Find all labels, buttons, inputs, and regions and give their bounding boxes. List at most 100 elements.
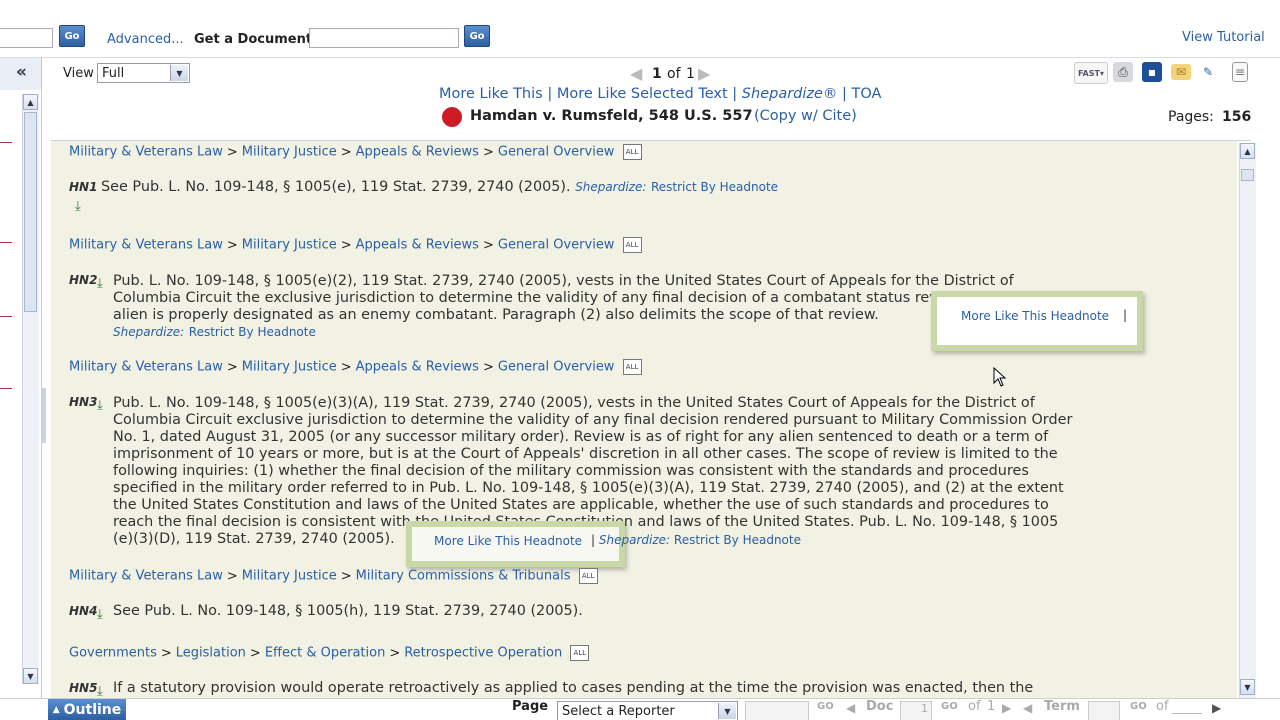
topic-breadcrumb: Military & Veterans Law > Military Justice… — [69, 144, 642, 160]
shepardize-label[interactable]: Shepardize: — [113, 325, 184, 339]
download-arrow-icon[interactable]: ⤓ — [97, 398, 103, 413]
annotate-icon[interactable]: ✎ — [1198, 62, 1218, 82]
page-input[interactable] — [745, 701, 809, 720]
get-document-input[interactable] — [309, 28, 459, 48]
collapse-pane-button[interactable]: « — [16, 62, 27, 82]
left-pane: « ▲ ▼ — [0, 58, 46, 698]
all-topics-icon[interactable]: ALL — [570, 645, 590, 661]
view-select[interactable]: Full ▼ — [97, 63, 190, 83]
term-input[interactable] — [1088, 701, 1120, 720]
crumb-link[interactable]: General Overview — [498, 238, 615, 253]
doc-input[interactable]: 1 — [900, 701, 932, 720]
get-document-go-button[interactable]: Go — [464, 25, 490, 47]
crumb-link[interactable]: Military & Veterans Law — [69, 360, 223, 375]
download-arrow-icon[interactable]: ⤓ — [97, 684, 103, 698]
crumb-link[interactable]: Appeals & Reviews — [356, 360, 479, 375]
view-tutorial-link[interactable]: View Tutorial — [1182, 30, 1265, 45]
more-like-this-headnote-link[interactable]: More Like This Headnote — [434, 534, 582, 548]
case-title: Hamdan v. Rumsfeld, 548 U.S. 557 — [470, 108, 753, 124]
all-topics-icon[interactable]: ALL — [622, 359, 642, 375]
crumb-link[interactable]: Military Justice — [242, 145, 337, 160]
all-topics-icon[interactable]: ALL — [578, 568, 598, 584]
scroll-down-icon[interactable]: ▼ — [23, 668, 38, 684]
outline-tab[interactable]: ▲ Outline — [48, 699, 126, 720]
crumb-link[interactable]: Military Justice — [242, 360, 337, 375]
crumb-link[interactable]: Military & Veterans Law — [69, 569, 223, 584]
prev-term-icon[interactable]: ◀ — [1023, 701, 1032, 715]
reporter-select[interactable]: Select a Reporter ▼ — [557, 701, 738, 720]
scroll-up-icon[interactable]: ▲ — [1240, 143, 1255, 159]
triangle-up-icon: ▲ — [52, 704, 60, 715]
headnote-label[interactable]: HN2 — [69, 273, 97, 287]
crumb-link[interactable]: Legislation — [176, 646, 246, 661]
toa-link[interactable]: TOA — [852, 86, 882, 102]
next-term-icon[interactable]: ▶ — [1212, 701, 1221, 715]
more-like-selected-link[interactable]: More Like Selected Text — [557, 86, 728, 102]
next-page-icon[interactable]: ▶ — [698, 64, 710, 83]
prev-doc-icon[interactable]: ◀ — [846, 701, 855, 715]
crumb-link[interactable]: Military & Veterans Law — [69, 238, 223, 253]
mouse-cursor-icon — [993, 367, 1007, 387]
restrict-by-headnote-link[interactable]: Restrict By Headnote — [189, 325, 316, 339]
crumb-link[interactable]: Governments — [69, 646, 157, 661]
link-separator: | — [732, 86, 738, 102]
prev-page-icon[interactable]: ◀ — [630, 64, 642, 83]
headnote-label[interactable]: HN3 — [69, 395, 97, 409]
restrict-by-headnote-link[interactable]: Restrict By Headnote — [674, 533, 801, 547]
left-pane-row-mark — [0, 142, 12, 143]
crumb-link[interactable]: Military Justice — [242, 569, 337, 584]
crumb-link[interactable]: Retrospective Operation — [404, 646, 562, 661]
save-icon[interactable]: ▪ — [1142, 62, 1162, 82]
fast-print-icon[interactable]: FAST▾ — [1074, 62, 1108, 84]
term-go-button[interactable]: GO — [1130, 701, 1147, 712]
crumb-link[interactable]: Appeals & Reviews — [356, 238, 479, 253]
shepardize-label[interactable]: Shepardize: — [599, 533, 670, 547]
crumb-link[interactable]: Military Justice — [242, 238, 337, 253]
search-input[interactable] — [0, 28, 53, 48]
headnote-label[interactable]: HN5 — [69, 681, 97, 695]
scroll-thumb[interactable] — [1241, 169, 1254, 181]
page-go-button[interactable]: GO — [817, 701, 834, 712]
print-icon[interactable]: ⎙ — [1113, 62, 1133, 82]
scroll-down-icon[interactable]: ▼ — [1240, 679, 1255, 695]
crumb-sep: > — [482, 359, 494, 375]
pages-label: Pages: — [1168, 109, 1214, 125]
download-arrow-icon[interactable]: ⤓ — [97, 607, 103, 622]
shepardize-link[interactable]: Shepardize® — [742, 86, 838, 102]
download-arrow-icon[interactable]: ⤓ — [97, 276, 103, 291]
crumb-link[interactable]: Appeals & Reviews — [356, 145, 479, 160]
scroll-up-icon[interactable]: ▲ — [23, 94, 38, 110]
left-pane-scrollbar[interactable]: ▲ ▼ — [22, 94, 39, 684]
page-of: of — [667, 66, 681, 82]
copy-with-cite-link[interactable]: (Copy w/ Cite) — [754, 108, 857, 124]
more-like-this-link[interactable]: More Like This — [439, 86, 543, 102]
advanced-search-link[interactable]: Advanced... — [107, 32, 184, 47]
headnote-3: Pub. L. No. 109-148, § 1005(e)(3)(A), 11… — [113, 395, 1173, 548]
email-icon[interactable]: ✉ — [1171, 64, 1191, 80]
crumb-link[interactable]: General Overview — [498, 145, 615, 160]
view-label: View — [63, 66, 94, 81]
crumb-link[interactable]: Effect & Operation — [265, 646, 386, 661]
term-total-blank — [1172, 713, 1202, 714]
next-doc-icon[interactable]: ▶ — [1002, 701, 1011, 715]
crumb-link[interactable]: Military & Veterans Law — [69, 145, 223, 160]
headnote-label[interactable]: HN4 — [69, 604, 97, 618]
more-like-this-headnote-link[interactable]: More Like This Headnote — [961, 309, 1109, 323]
shepards-signal-icon[interactable] — [442, 107, 462, 127]
download-arrow-icon[interactable]: ⤓ — [75, 199, 81, 214]
left-pane-row-mark — [0, 316, 12, 317]
all-topics-icon[interactable]: ALL — [622, 237, 642, 253]
crumb-link[interactable]: General Overview — [498, 360, 615, 375]
topic-breadcrumb: Military & Veterans Law > Military Justice… — [69, 237, 642, 253]
shepardize-label[interactable]: Shepardize: — [575, 180, 646, 194]
all-topics-icon[interactable]: ALL — [622, 144, 642, 160]
search-go-button[interactable]: Go — [59, 25, 85, 47]
pane-resize-handle[interactable] — [41, 388, 46, 443]
crumb-link[interactable]: Military Commissions & Tribunals — [356, 569, 571, 584]
doc-go-button[interactable]: GO — [941, 701, 958, 712]
document-icon[interactable]: ≡ — [1232, 62, 1248, 82]
document-scrollbar[interactable]: ▲ ▼ — [1239, 143, 1256, 698]
restrict-by-headnote-link[interactable]: Restrict By Headnote — [651, 180, 778, 194]
scroll-thumb[interactable] — [24, 112, 37, 312]
headnote-label[interactable]: HN1 — [69, 180, 97, 194]
